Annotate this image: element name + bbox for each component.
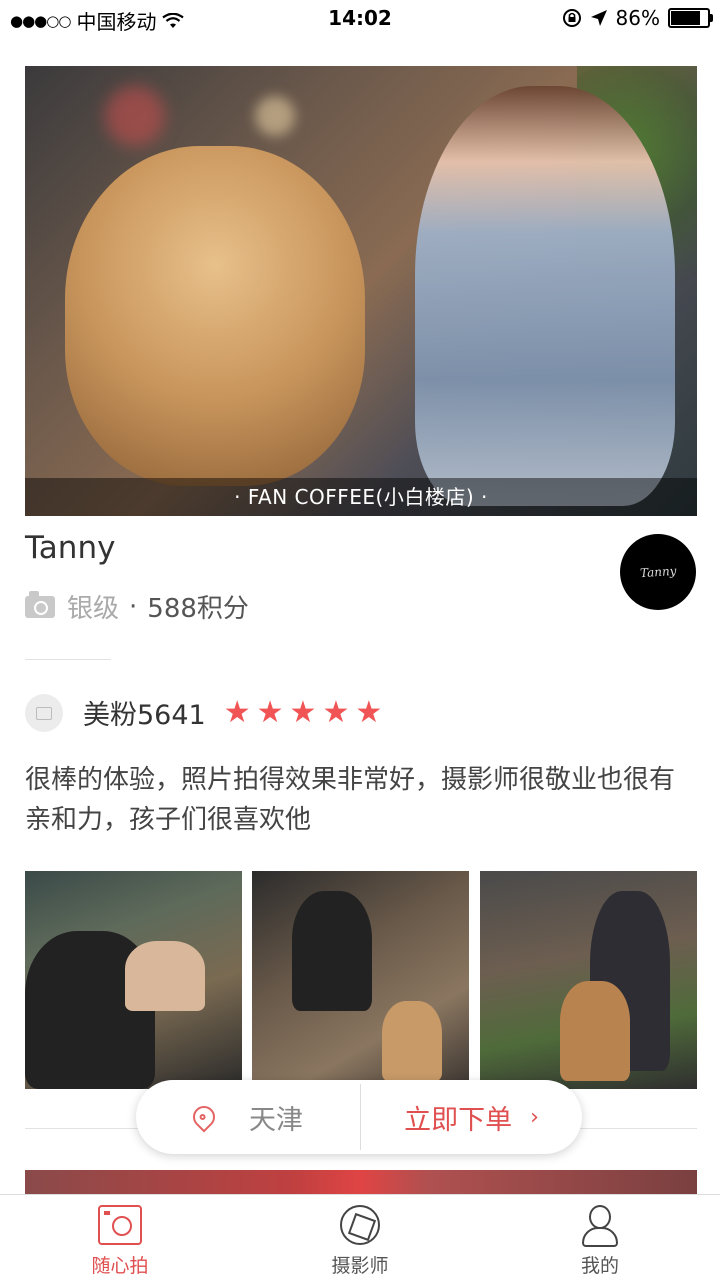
star-icon: ★ [223,694,251,730]
review-photo[interactable] [480,871,697,1089]
star-icon: ★ [289,694,317,730]
reviewer-avatar-icon [25,693,63,732]
photographer-name: Tanny [25,530,116,566]
teddy-bear-figure [382,1001,442,1081]
photographer-level-row: 银级 · 588积分 [25,588,249,625]
divider [25,659,111,660]
avatar-signature: Tanny [639,563,677,581]
location-pin-icon [188,1101,220,1133]
rating-stars: ★ ★ ★ ★ ★ [223,694,383,730]
user-icon [578,1205,622,1247]
photographer-avatar[interactable]: Tanny [620,534,696,610]
star-icon: ★ [256,694,284,730]
points-count: 588积分 [147,594,249,624]
review-photo[interactable] [25,871,242,1089]
tab-photographers[interactable]: 摄影师 [240,1195,480,1281]
aperture-icon [340,1205,380,1245]
camera-icon [25,590,55,618]
girl-figure [415,86,675,506]
orientation-lock-icon [562,9,581,27]
battery-percent: 86% [615,6,660,30]
battery-level [671,11,701,25]
children-figure [125,941,205,1011]
review-photo[interactable] [252,871,469,1089]
tab-bar: 随心拍 摄影师 我的 [0,1194,720,1281]
tab-mine[interactable]: 我的 [480,1195,720,1281]
battery-icon [668,8,713,28]
camera-icon [98,1205,142,1245]
review-text: 很棒的体验，照片拍得效果非常好，摄影师很敬业也很有亲和力，孩子们很喜欢他 [25,765,676,835]
tab-label: 摄影师 [331,1255,389,1277]
separator: · [129,591,138,622]
city-label: 天津 [249,1104,303,1136]
city-selector[interactable]: 天津 [136,1080,360,1154]
location-caption: · FAN COFFEE(小白楼店) · [25,478,697,516]
tab-label: 随心拍 [91,1255,149,1277]
review-photos [25,871,697,1089]
level-badge: 银级 [67,594,120,624]
bokeh-light [105,86,165,146]
tab-label: 我的 [580,1255,619,1277]
tab-snap[interactable]: 随心拍 [0,1195,240,1281]
location-arrow-icon [590,10,607,26]
reviewer-row: 美粉5641 ★ ★ ★ ★ ★ [25,693,382,732]
bokeh-light [255,96,295,136]
teddy-bear-figure [560,981,630,1081]
order-now-button[interactable]: 立即下单 › [361,1080,582,1154]
order-now-label: 立即下单 [404,1104,513,1136]
reviewer-name: 美粉5641 [83,700,206,731]
star-icon: ★ [355,694,383,730]
floating-action-bar: 天津 立即下单 › [136,1080,582,1154]
teddy-bear-figure [65,146,365,486]
chevron-right-icon: › [530,1104,539,1130]
status-bar: ●●●○○ 中国移动 14:02 86% [0,0,720,38]
photographer-figure [292,891,372,1011]
hero-photo[interactable]: · FAN COFFEE(小白楼店) · [25,66,697,516]
status-right: 86% [562,6,713,30]
star-icon: ★ [322,694,350,730]
